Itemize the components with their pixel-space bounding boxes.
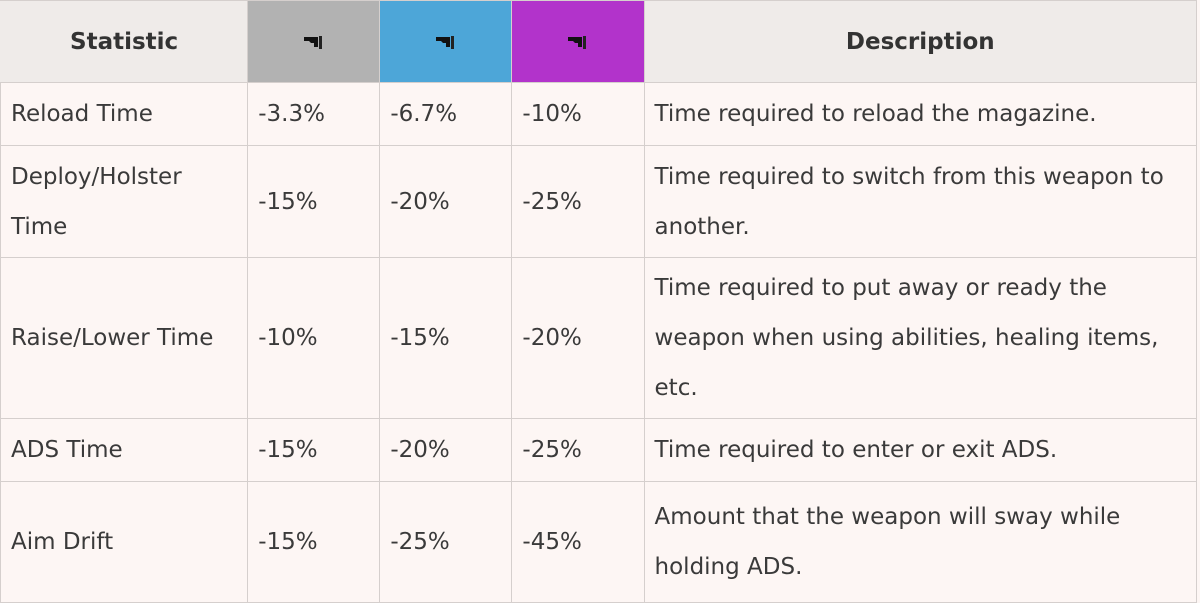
statistic-cell: ADS Time — [0, 418, 249, 482]
epic-value: -25% — [511, 418, 645, 482]
header-common — [247, 0, 381, 83]
description-cell: Time required to switch from this weapon… — [643, 145, 1198, 258]
header-description: Description — [643, 0, 1198, 83]
common-value: -15% — [247, 481, 381, 603]
table-row: Aim Drift -15% -25% -45% Amount that the… — [0, 481, 1198, 603]
common-value: -15% — [247, 418, 381, 482]
description-cell: Time required to reload the magazine. — [643, 82, 1198, 146]
common-value: -15% — [247, 145, 381, 258]
description-cell: Amount that the weapon will sway while h… — [643, 481, 1198, 603]
epic-value: -20% — [511, 257, 645, 419]
statistic-cell: Reload Time — [0, 82, 249, 146]
header-rare — [379, 0, 513, 83]
stock-attachment-icon — [567, 17, 589, 67]
statistic-cell: Aim Drift — [0, 481, 249, 603]
common-value: -3.3% — [247, 82, 381, 146]
rare-value: -6.7% — [379, 82, 513, 146]
rare-value: -20% — [379, 145, 513, 258]
rare-value: -15% — [379, 257, 513, 419]
header-epic — [511, 0, 645, 83]
table-row: ADS Time -15% -20% -25% Time required to… — [0, 418, 1198, 482]
header-row: Statistic Description — [0, 0, 1198, 83]
table-row: Deploy/Holster Time -15% -20% -25% Time … — [0, 145, 1198, 258]
description-cell: Time required to enter or exit ADS. — [643, 418, 1198, 482]
stock-attachment-icon — [303, 17, 325, 67]
stock-attachment-icon — [435, 17, 457, 67]
stock-stats-table: Statistic Description Reload Time -3.3% … — [0, 0, 1198, 603]
rare-value: -20% — [379, 418, 513, 482]
epic-value: -45% — [511, 481, 645, 603]
common-value: -10% — [247, 257, 381, 419]
statistic-cell: Raise/Lower Time — [0, 257, 249, 419]
table-row: Raise/Lower Time -10% -15% -20% Time req… — [0, 257, 1198, 419]
rare-value: -25% — [379, 481, 513, 603]
epic-value: -25% — [511, 145, 645, 258]
description-cell: Time required to put away or ready the w… — [643, 257, 1198, 419]
table-row: Reload Time -3.3% -6.7% -10% Time requir… — [0, 82, 1198, 146]
header-statistic: Statistic — [0, 0, 249, 83]
statistic-cell: Deploy/Holster Time — [0, 145, 249, 258]
epic-value: -10% — [511, 82, 645, 146]
